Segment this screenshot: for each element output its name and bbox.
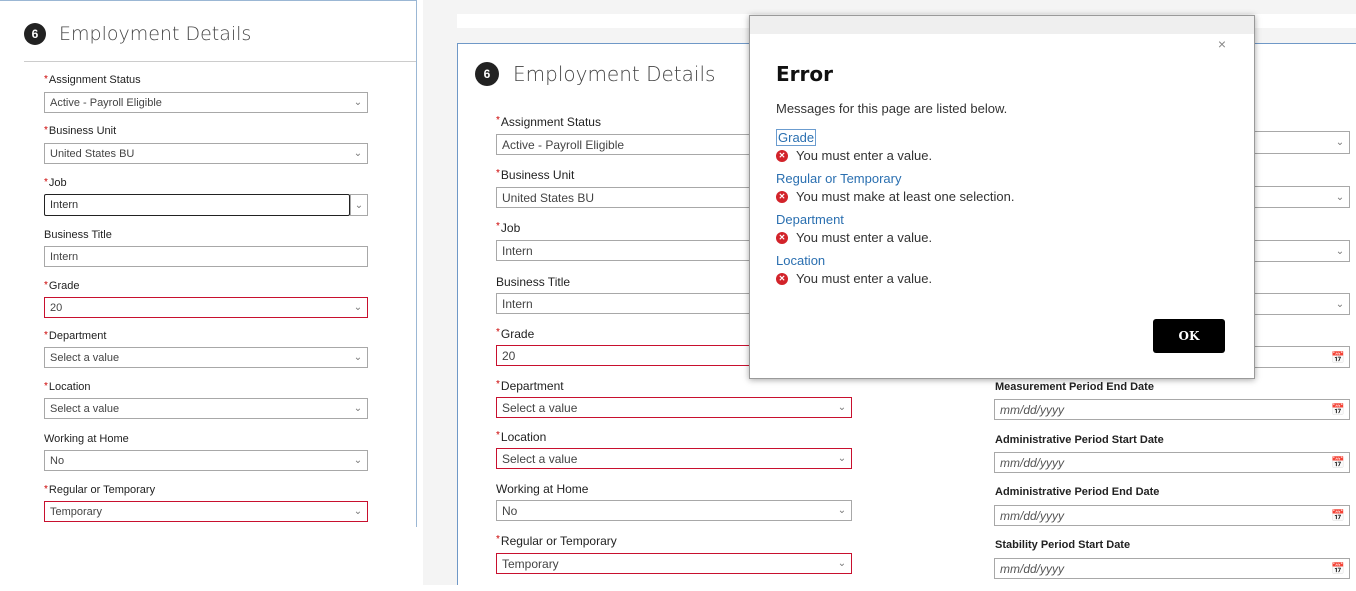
regular-or-temporary-select[interactable]: Temporary ⌄: [44, 501, 368, 522]
working-at-home-label: Working at Home: [496, 482, 589, 496]
error-x-icon: ✕: [776, 149, 788, 162]
business-unit-label: *Business Unit: [44, 125, 117, 137]
business-unit-select[interactable]: United States BU ⌄: [44, 143, 368, 164]
chevron-down-icon: ⌄: [1335, 137, 1345, 148]
grade-select[interactable]: 20 ⌄: [44, 297, 368, 318]
chevron-down-icon: ⌄: [353, 506, 363, 517]
error-x-icon: ✕: [776, 231, 788, 244]
close-icon[interactable]: ×: [1218, 36, 1226, 52]
job-label: *Job: [44, 177, 67, 189]
error-link-department[interactable]: Department: [776, 212, 844, 227]
business-title-input[interactable]: Intern: [44, 246, 368, 267]
left-form-panel: 6 Employment Details *Assignment Status …: [0, 0, 417, 527]
grade-label: *Grade: [44, 280, 80, 292]
step-number-badge: 6: [475, 62, 499, 86]
stability-period-start-input[interactable]: mm/dd/yyyy 📅: [994, 558, 1350, 579]
grade-label: *Grade: [496, 327, 535, 341]
error-link-grade[interactable]: Grade: [776, 129, 817, 146]
working-at-home-select[interactable]: No ⌄: [496, 500, 852, 521]
chevron-down-icon: ⌄: [837, 402, 847, 413]
error-x-icon: ✕: [776, 272, 788, 285]
error-message: ✕ You must enter a value.: [776, 148, 932, 163]
chevron-down-icon: ⌄: [837, 558, 847, 569]
chevron-down-icon: ⌄: [1335, 298, 1345, 310]
chevron-down-icon: ⌄: [837, 453, 847, 464]
department-label: *Department: [496, 379, 564, 393]
job-label: *Job: [496, 221, 521, 235]
admin-period-end-input[interactable]: mm/dd/yyyy 📅: [994, 505, 1350, 526]
admin-period-start-input[interactable]: mm/dd/yyyy 📅: [994, 452, 1350, 473]
error-link-location[interactable]: Location: [776, 253, 825, 268]
chevron-down-icon: ⌄: [1335, 245, 1345, 257]
chevron-down-icon: ⌄: [353, 148, 363, 159]
job-dropdown-button[interactable]: ⌄: [350, 194, 368, 216]
chevron-down-icon: ⌄: [353, 455, 363, 466]
department-label: *Department: [44, 330, 107, 342]
error-message: ✕ You must enter a value.: [776, 271, 932, 286]
dialog-title: Error: [776, 62, 833, 86]
chevron-down-icon: ⌄: [353, 403, 363, 414]
business-title-label: Business Title: [496, 275, 571, 289]
section-header: 6 Employment Details: [24, 23, 251, 45]
error-message: ✕ You must enter a value.: [776, 230, 932, 245]
assignment-status-label: *Assignment Status: [44, 74, 141, 86]
regular-or-temporary-label: *Regular or Temporary: [44, 484, 156, 496]
chevron-down-icon: ⌄: [837, 505, 847, 516]
location-select[interactable]: Select a value ⌄: [496, 448, 852, 469]
section-title: Employment Details: [513, 62, 716, 86]
admin-period-end-label: Administrative Period End Date: [995, 486, 1160, 498]
section-title: Employment Details: [59, 23, 252, 45]
assignment-status-label: *Assignment Status: [496, 115, 601, 129]
calendar-icon[interactable]: 📅: [1327, 403, 1349, 416]
stability-period-start-label: Stability Period Start Date: [995, 539, 1131, 551]
section-header: 6 Employment Details: [475, 62, 715, 86]
ok-button[interactable]: OK: [1153, 319, 1225, 353]
chevron-down-icon: ⌄: [353, 97, 363, 108]
regular-or-temporary-label: *Regular or Temporary: [496, 534, 617, 548]
error-link-regular-or-temporary[interactable]: Regular or Temporary: [776, 171, 901, 186]
calendar-icon[interactable]: 📅: [1327, 509, 1349, 522]
error-message: ✕ You must make at least one selection.: [776, 189, 1014, 204]
chevron-down-icon: ⌄: [353, 352, 363, 363]
measurement-period-end-input[interactable]: mm/dd/yyyy 📅: [994, 399, 1350, 420]
department-select[interactable]: Select a value ⌄: [44, 347, 368, 368]
calendar-icon: 📅: [1331, 351, 1345, 364]
admin-period-start-label: Administrative Period Start Date: [995, 434, 1164, 446]
working-at-home-label: Working at Home: [44, 433, 129, 445]
measurement-period-end-label: Measurement Period End Date: [995, 381, 1154, 393]
assignment-status-select[interactable]: Active - Payroll Eligible ⌄: [44, 92, 368, 113]
location-label: *Location: [44, 381, 91, 393]
error-dialog: × Error Messages for this page are liste…: [749, 15, 1255, 379]
dialog-titlebar: [750, 16, 1254, 34]
chevron-down-icon: ⌄: [1335, 191, 1345, 203]
business-title-label: Business Title: [44, 229, 112, 241]
job-input[interactable]: Intern: [44, 194, 350, 216]
chevron-down-icon: ⌄: [353, 302, 363, 313]
department-select[interactable]: Select a value ⌄: [496, 397, 852, 418]
dialog-subtitle: Messages for this page are listed below.: [776, 101, 1008, 116]
section-divider: [24, 61, 416, 62]
step-number-badge: 6: [24, 23, 46, 45]
working-at-home-select[interactable]: No ⌄: [44, 450, 368, 471]
chevron-down-icon: ⌄: [354, 199, 364, 211]
business-unit-label: *Business Unit: [496, 168, 575, 182]
location-select[interactable]: Select a value ⌄: [44, 398, 368, 419]
calendar-icon[interactable]: 📅: [1327, 562, 1349, 575]
error-x-icon: ✕: [776, 190, 788, 203]
location-label: *Location: [496, 430, 547, 444]
regular-or-temporary-select[interactable]: Temporary ⌄: [496, 553, 852, 574]
calendar-icon[interactable]: 📅: [1327, 456, 1349, 469]
